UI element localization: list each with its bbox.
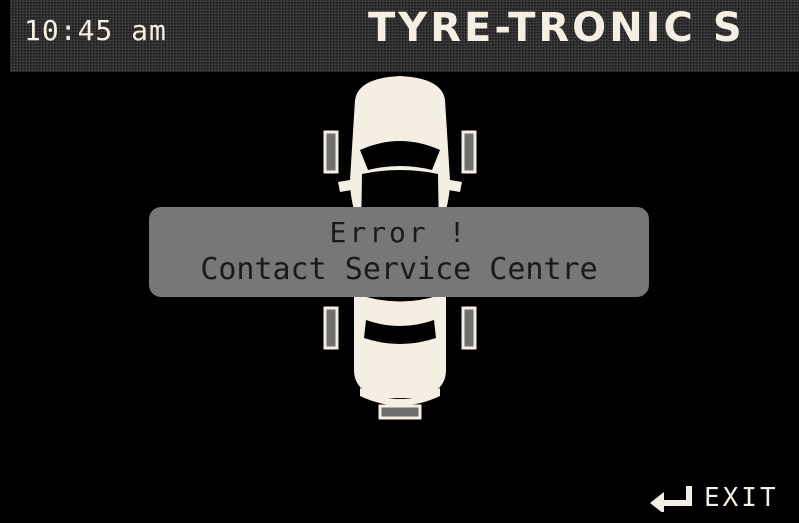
brand-title: TYRE-TRONIC S: [368, 5, 745, 51]
error-title: Error !: [329, 216, 469, 249]
tyre-spare: [378, 404, 422, 420]
exit-label: EXIT: [704, 483, 779, 513]
clock: 10:45 am: [24, 14, 167, 47]
return-arrow-icon: [650, 486, 692, 512]
mirror-left: [338, 180, 352, 192]
error-message: Contact Service Centre: [200, 252, 598, 287]
header-bar: 10:45 am TYRE-TRONIC S: [10, 0, 799, 72]
tpms-screen: 10:45 am TYRE-TRONIC S Error ! Contact S…: [0, 0, 799, 523]
tyre-front-right: [461, 130, 477, 174]
exit-button[interactable]: EXIT: [648, 480, 779, 516]
error-dialog: Error ! Contact Service Centre: [149, 207, 649, 297]
mirror-right: [448, 180, 462, 192]
tyre-front-left: [323, 130, 339, 174]
tyre-rear-left: [323, 306, 339, 350]
tyre-rear-right: [461, 306, 477, 350]
